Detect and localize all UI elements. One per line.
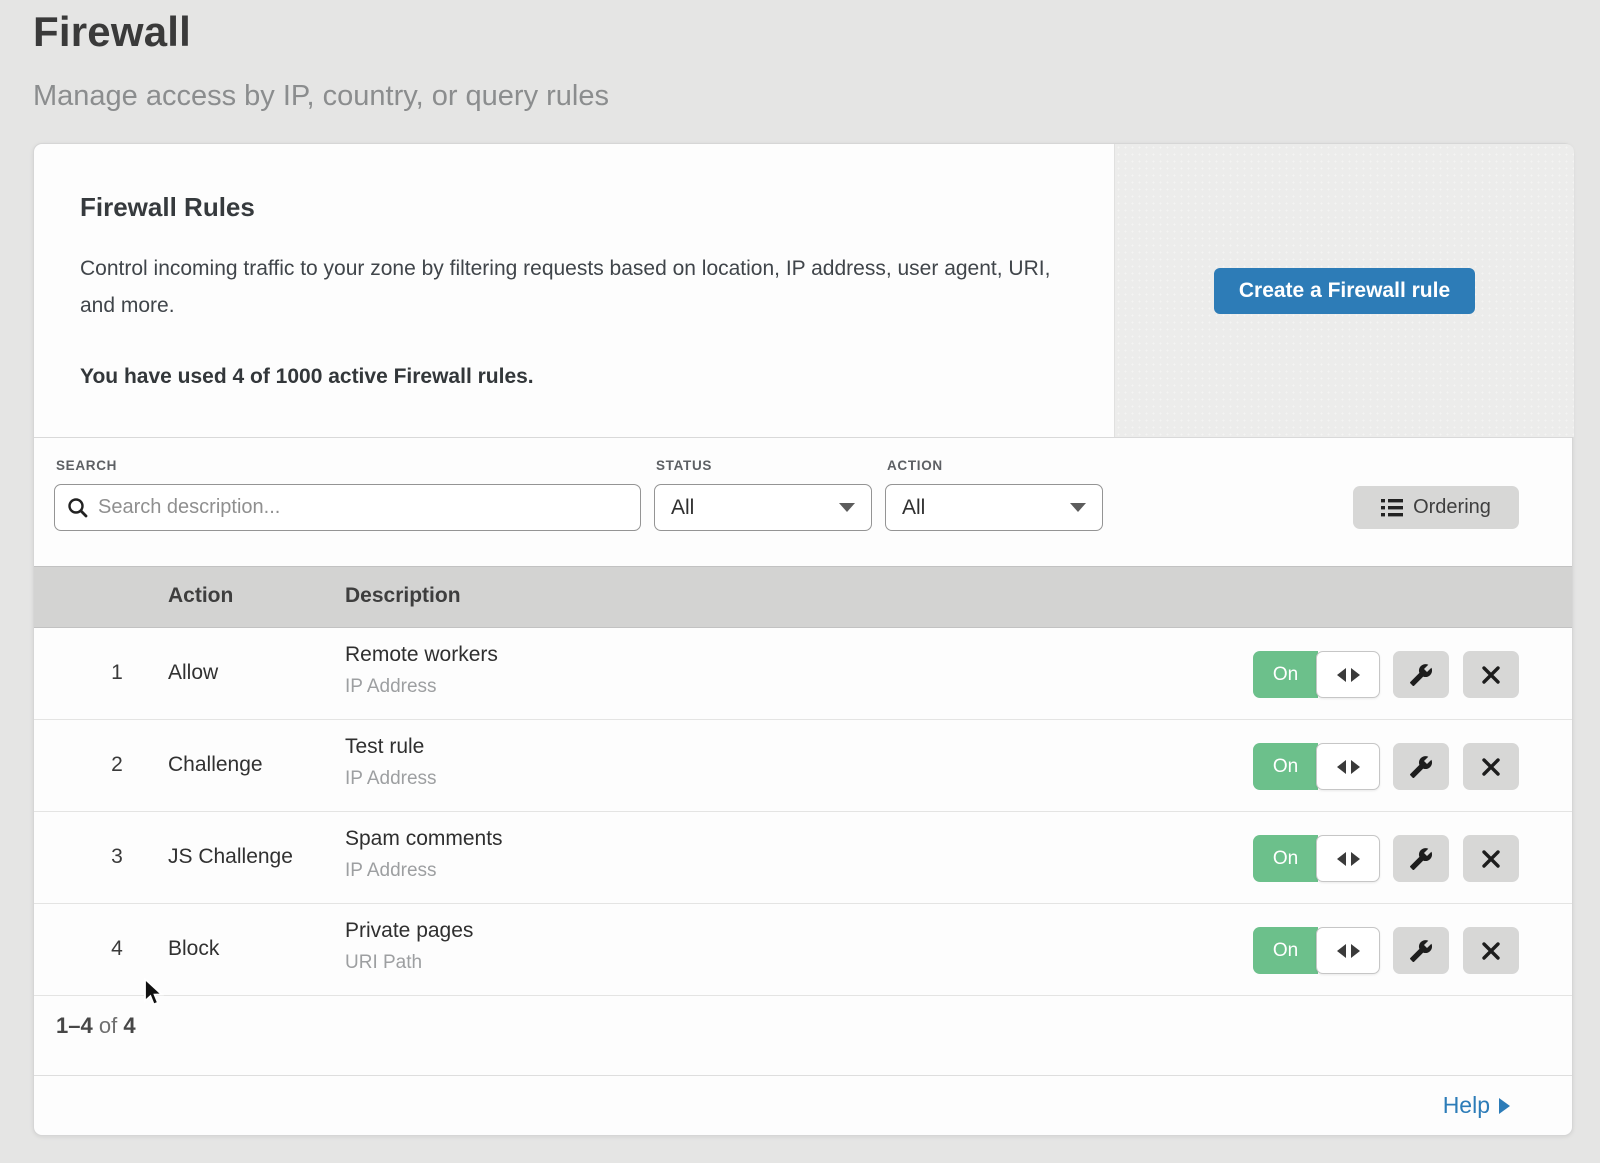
rule-expand-button[interactable] — [1316, 835, 1380, 882]
rule-description: Spam comments — [345, 827, 503, 851]
column-header-description: Description — [345, 584, 461, 608]
table-row: 4 Block Private pages URI Path On — [34, 904, 1572, 996]
rule-enabled-toggle[interactable]: On — [1253, 651, 1318, 698]
rule-enabled-toggle[interactable]: On — [1253, 927, 1318, 974]
section-heading: Firewall Rules — [80, 192, 1055, 223]
ordering-button-label: Ordering — [1413, 496, 1491, 519]
overview-text: Firewall Rules Control incoming traffic … — [80, 192, 1055, 389]
table-row: 3 JS Challenge Spam comments IP Address … — [34, 812, 1572, 904]
triangle-right-icon — [1351, 944, 1360, 958]
help-link[interactable]: Help — [1443, 1092, 1510, 1119]
wrench-icon — [1409, 939, 1433, 963]
close-icon — [1481, 757, 1501, 777]
close-icon — [1481, 941, 1501, 961]
footer-divider — [34, 1075, 1572, 1076]
search-icon — [67, 497, 89, 519]
rule-description: Private pages — [345, 919, 473, 943]
triangle-left-icon — [1337, 852, 1346, 866]
rule-edit-button[interactable] — [1393, 743, 1449, 790]
rule-match-type: IP Address — [345, 768, 437, 790]
ordered-list-icon — [1381, 498, 1403, 518]
chevron-down-icon — [839, 503, 855, 512]
triangle-right-icon — [1351, 760, 1360, 774]
search-label: SEARCH — [56, 458, 117, 473]
rule-description: Remote workers — [345, 643, 498, 667]
help-link-label: Help — [1443, 1092, 1490, 1119]
rules-table-body: 1 Allow Remote workers IP Address On — [34, 628, 1572, 996]
rule-description: Test rule — [345, 735, 424, 759]
chevron-down-icon — [1070, 503, 1086, 512]
rule-delete-button[interactable] — [1463, 927, 1519, 974]
toggle-label: On — [1273, 848, 1298, 870]
table-header: Action Description — [34, 566, 1572, 628]
rule-action: Block — [168, 937, 219, 961]
page-title: Firewall — [33, 8, 191, 56]
section-description: Control incoming traffic to your zone by… — [80, 251, 1055, 325]
table-row: 1 Allow Remote workers IP Address On — [34, 628, 1572, 720]
toggle-label: On — [1273, 664, 1298, 686]
status-label: STATUS — [656, 458, 712, 473]
search-box[interactable] — [54, 484, 641, 531]
rule-match-type: IP Address — [345, 860, 437, 882]
firewall-rules-card: Firewall Rules Control incoming traffic … — [33, 143, 1573, 1136]
rule-enabled-toggle[interactable]: On — [1253, 743, 1318, 790]
filter-bar: SEARCH STATUS All ACTION All — [34, 438, 1572, 566]
close-icon — [1481, 665, 1501, 685]
triangle-right-icon — [1499, 1098, 1510, 1114]
rule-action: Challenge — [168, 753, 263, 777]
wrench-icon — [1409, 847, 1433, 871]
create-rule-panel: Create a Firewall rule — [1114, 144, 1574, 437]
search-input[interactable] — [98, 496, 628, 519]
action-label: ACTION — [887, 458, 943, 473]
rule-delete-button[interactable] — [1463, 835, 1519, 882]
wrench-icon — [1409, 755, 1433, 779]
toggle-label: On — [1273, 940, 1298, 962]
pagination-summary: 1–4 of 4 — [56, 1013, 136, 1039]
rule-delete-button[interactable] — [1463, 651, 1519, 698]
toggle-label: On — [1273, 756, 1298, 778]
rule-priority: 3 — [102, 845, 132, 869]
usage-summary: You have used 4 of 1000 active Firewall … — [80, 365, 1055, 389]
close-icon — [1481, 849, 1501, 869]
rule-action: Allow — [168, 661, 218, 685]
page-subtitle: Manage access by IP, country, or query r… — [33, 80, 609, 113]
pagination-total: 4 — [123, 1013, 135, 1038]
action-select[interactable]: All — [885, 484, 1103, 531]
status-select[interactable]: All — [654, 484, 872, 531]
pagination-range: 1–4 — [56, 1013, 93, 1038]
rule-action: JS Challenge — [168, 845, 293, 869]
rule-expand-button[interactable] — [1316, 651, 1380, 698]
rule-priority: 1 — [102, 661, 132, 685]
rule-expand-button[interactable] — [1316, 927, 1380, 974]
action-select-value: All — [902, 496, 925, 520]
rule-match-type: URI Path — [345, 952, 422, 974]
create-firewall-rule-button[interactable]: Create a Firewall rule — [1214, 268, 1475, 314]
status-select-value: All — [671, 496, 694, 520]
rule-match-type: IP Address — [345, 676, 437, 698]
wrench-icon — [1409, 663, 1433, 687]
rule-delete-button[interactable] — [1463, 743, 1519, 790]
triangle-right-icon — [1351, 852, 1360, 866]
rule-edit-button[interactable] — [1393, 927, 1449, 974]
triangle-left-icon — [1337, 944, 1346, 958]
triangle-left-icon — [1337, 760, 1346, 774]
rule-expand-button[interactable] — [1316, 743, 1380, 790]
overview-section: Firewall Rules Control incoming traffic … — [34, 144, 1572, 438]
pagination-of: of — [99, 1013, 117, 1038]
table-row: 2 Challenge Test rule IP Address On — [34, 720, 1572, 812]
rule-priority: 4 — [102, 937, 132, 961]
ordering-button[interactable]: Ordering — [1353, 486, 1519, 529]
rule-enabled-toggle[interactable]: On — [1253, 835, 1318, 882]
column-header-action: Action — [168, 584, 233, 608]
rule-priority: 2 — [102, 753, 132, 777]
rule-edit-button[interactable] — [1393, 835, 1449, 882]
rule-edit-button[interactable] — [1393, 651, 1449, 698]
triangle-right-icon — [1351, 668, 1360, 682]
triangle-left-icon — [1337, 668, 1346, 682]
